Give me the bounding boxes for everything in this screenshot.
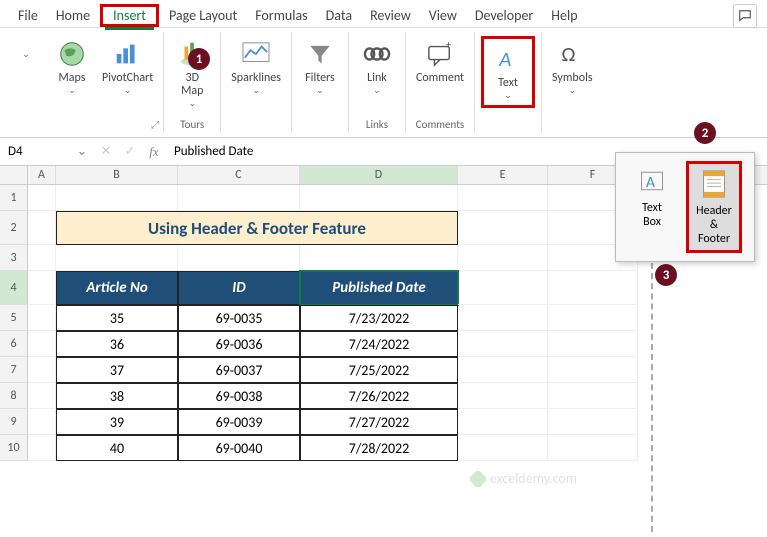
textbox-button[interactable]: A Text Box — [624, 161, 680, 253]
table-cell[interactable]: 7/24/2022 — [300, 331, 458, 357]
menu-home[interactable]: Home — [48, 4, 98, 27]
table-cell[interactable]: 40 — [56, 435, 178, 461]
row-7[interactable]: 7 — [0, 357, 28, 383]
table-cell[interactable]: 69-0035 — [178, 305, 300, 331]
row-5[interactable]: 5 — [0, 305, 28, 331]
symbols-icon: Ω — [556, 38, 588, 70]
table-cell[interactable]: 7/26/2022 — [300, 383, 458, 409]
row-4[interactable]: 4 — [0, 271, 28, 305]
group-tours-label: Tours — [180, 116, 204, 133]
symbols-button[interactable]: Ω Symbols ⌄ — [548, 36, 596, 98]
comment-icon: + — [424, 38, 456, 70]
table-cell[interactable]: 7/28/2022 — [300, 435, 458, 461]
col-D[interactable]: D — [300, 166, 458, 184]
textbox-icon: A — [636, 165, 668, 197]
fx-icon[interactable]: fx — [142, 144, 166, 160]
table-cell[interactable]: 37 — [56, 357, 178, 383]
menu-file[interactable]: File — [10, 4, 46, 27]
header-footer-icon — [698, 168, 730, 200]
ribbon: ⌄ Maps ⌄ PivotChart ⌄ ⤢ — [0, 28, 767, 138]
maps-button[interactable]: Maps ⌄ — [50, 36, 94, 98]
row-10[interactable]: 10 — [0, 435, 28, 461]
text-button[interactable]: A Text ⌄ — [486, 41, 530, 103]
table-cell[interactable]: 69-0037 — [178, 357, 300, 383]
globe-icon — [56, 38, 88, 70]
row-9[interactable]: 9 — [0, 409, 28, 435]
svg-text:+: + — [446, 41, 452, 51]
menu-help[interactable]: Help — [543, 4, 585, 27]
col-C[interactable]: C — [178, 166, 300, 184]
highlight-insert: Insert — [100, 4, 159, 27]
table-cell[interactable]: 69-0038 — [178, 383, 300, 409]
table-cell[interactable]: 38 — [56, 383, 178, 409]
header-footer-button[interactable]: Header & Footer — [686, 161, 742, 253]
menu-review[interactable]: Review — [362, 4, 419, 27]
svg-text:A: A — [498, 46, 511, 72]
filter-icon — [304, 38, 336, 70]
enter-icon[interactable]: ✓ — [118, 144, 142, 159]
watermark: exceldemy.com — [470, 470, 577, 487]
comments-toggle-icon[interactable] — [733, 4, 757, 28]
name-box-dropdown-icon[interactable]: ⌄ — [70, 144, 94, 159]
svg-text:Ω: Ω — [562, 41, 576, 67]
th-id[interactable]: ID — [178, 271, 300, 305]
comment-button[interactable]: + Comment — [412, 36, 468, 87]
row-1[interactable]: 1 — [0, 185, 28, 211]
name-box[interactable] — [0, 141, 70, 162]
svg-text:A: A — [646, 173, 656, 192]
table-cell[interactable]: 7/25/2022 — [300, 357, 458, 383]
link-button[interactable]: Link ⌄ — [355, 36, 399, 98]
pivotchart-icon — [112, 38, 144, 70]
pivotchart-button[interactable]: PivotChart ⌄ — [98, 36, 157, 98]
table-cell[interactable]: 7/23/2022 — [300, 305, 458, 331]
table-cell[interactable]: 7/27/2022 — [300, 409, 458, 435]
row-2[interactable]: 2 — [0, 211, 28, 245]
menu-bar: File Home Insert Page Layout Formulas Da… — [0, 0, 767, 28]
col-E[interactable]: E — [458, 166, 548, 184]
sparklines-button[interactable]: Sparklines ⌄ — [227, 36, 285, 98]
table-cell[interactable]: 69-0036 — [178, 331, 300, 357]
menu-data[interactable]: Data — [318, 4, 360, 27]
table-cell[interactable]: 36 — [56, 331, 178, 357]
col-A[interactable]: A — [28, 166, 56, 184]
menu-developer[interactable]: Developer — [467, 4, 541, 27]
text-dropdown: A Text Box Header & Footer — [615, 152, 755, 262]
step-1-badge: 1 — [188, 48, 210, 70]
step-3-badge: 3 — [655, 264, 677, 286]
highlight-text: A Text ⌄ — [481, 36, 535, 108]
group-comments-label: Comments — [416, 116, 464, 133]
dialog-launcher-icon[interactable]: ⤢ — [151, 118, 159, 131]
menu-formulas[interactable]: Formulas — [247, 4, 315, 27]
select-all-corner[interactable] — [0, 166, 28, 184]
link-icon — [361, 38, 393, 70]
menu-insert[interactable]: Insert — [105, 4, 154, 30]
table-cell[interactable]: 69-0040 — [178, 435, 300, 461]
table-cell[interactable]: 69-0039 — [178, 409, 300, 435]
3d-map-button[interactable]: 3D Map ⌄ — [170, 36, 214, 111]
row-8[interactable]: 8 — [0, 383, 28, 409]
row-3[interactable]: 3 — [0, 245, 28, 271]
th-article[interactable]: Article No — [56, 271, 178, 305]
sheet-title[interactable]: Using Header & Footer Feature — [56, 211, 458, 245]
filters-button[interactable]: Filters ⌄ — [298, 36, 342, 98]
text-icon: A — [492, 43, 524, 75]
sparklines-icon — [240, 38, 272, 70]
row-6[interactable]: 6 — [0, 331, 28, 357]
table-cell[interactable]: 35 — [56, 305, 178, 331]
col-B[interactable]: B — [56, 166, 178, 184]
menu-view[interactable]: View — [421, 4, 465, 27]
cancel-icon[interactable]: ✕ — [94, 144, 118, 159]
menu-page-layout[interactable]: Page Layout — [161, 4, 245, 27]
table-cell[interactable]: 39 — [56, 409, 178, 435]
group-links-label: Links — [366, 116, 388, 133]
step-2-badge: 2 — [694, 122, 716, 144]
th-published[interactable]: Published Date — [300, 271, 458, 305]
ribbon-prev-btn[interactable]: ⌄ — [6, 36, 46, 74]
